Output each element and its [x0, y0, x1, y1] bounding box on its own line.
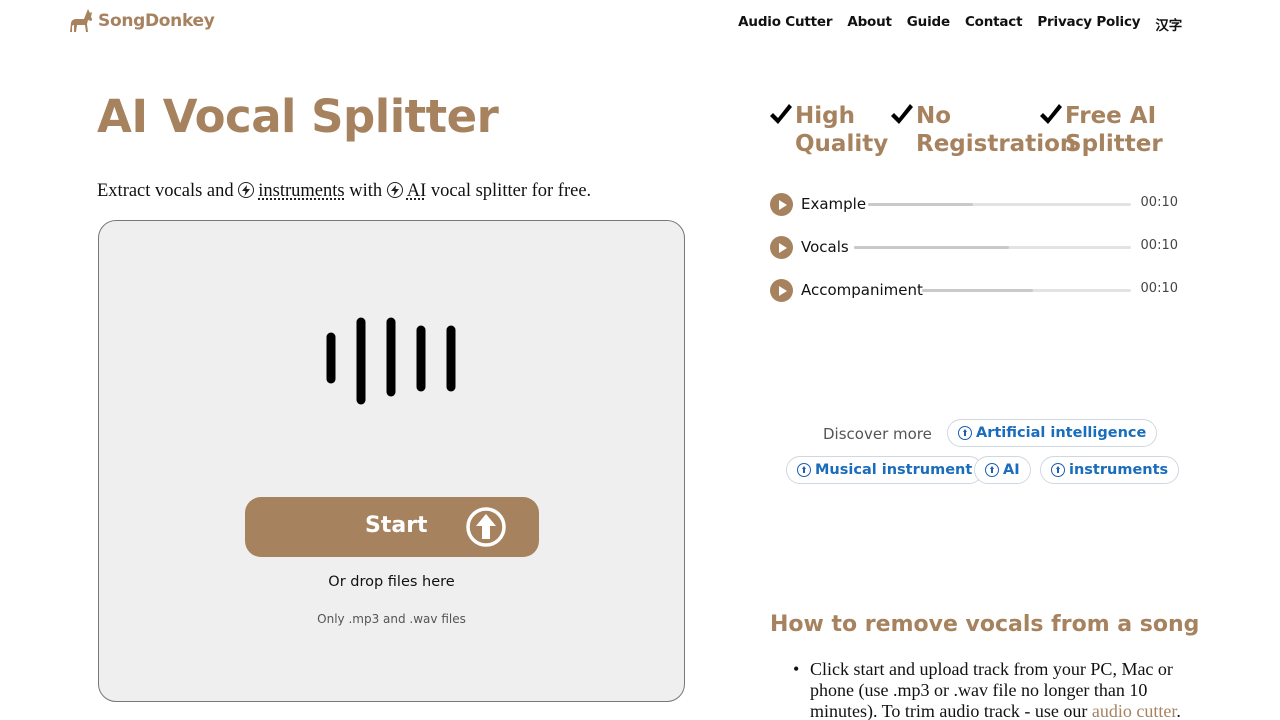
player-time: 00:10	[1140, 238, 1178, 253]
bullet-icon: •	[793, 659, 800, 679]
seek-bar[interactable]	[868, 203, 1131, 206]
feature-line: Splitter	[1065, 131, 1163, 157]
howto-title: How to remove vocals from a song	[770, 612, 1200, 637]
intro-part: vocal splitter for free.	[426, 181, 592, 201]
audio-player-accompaniment: Accompaniment 00:10	[770, 279, 1180, 303]
play-button-icon[interactable]	[770, 279, 793, 302]
chip-label: Musical instrument	[815, 462, 973, 478]
nav-audio-cutter[interactable]: Audio Cutter	[738, 14, 832, 34]
checkmark-icon	[1040, 104, 1062, 124]
feature-line: Quality	[795, 131, 889, 157]
play-button-icon[interactable]	[770, 193, 793, 216]
audio-player-example: Example 00:10	[770, 193, 1180, 217]
bolt-icon	[238, 182, 255, 198]
feature-line: Free AI	[1065, 103, 1157, 129]
player-label: Example	[801, 195, 867, 213]
intro-part: Extract vocals and	[97, 181, 239, 201]
donkey-logo-icon	[70, 9, 92, 32]
chip-label: AI	[1003, 462, 1020, 478]
intro-link-ai[interactable]: AI	[407, 181, 427, 201]
discover-more-label: Discover more	[823, 425, 932, 443]
checkmark-icon	[891, 104, 913, 124]
arrow-up-circle-icon	[958, 426, 972, 440]
chip-label: Artificial intelligence	[976, 425, 1147, 441]
chip-instruments[interactable]: instruments	[1040, 456, 1180, 484]
chip-musical-instrument[interactable]: Musical instrument	[786, 456, 984, 484]
nav-language-chinese[interactable]: 汉字	[1155, 14, 1182, 34]
main-nav: Audio Cutter About Guide Contact Privacy…	[738, 14, 1182, 34]
chip-ai[interactable]: AI	[974, 456, 1031, 484]
start-label: Start	[365, 513, 428, 538]
arrow-up-circle-icon	[1051, 463, 1065, 477]
file-dropzone[interactable]: Start Or drop files here Only .mp3 and .…	[98, 220, 685, 702]
feature-free-ai-splitter: Free AI Splitter	[1039, 102, 1163, 158]
audio-player-vocals: Vocals 00:10	[770, 236, 1180, 260]
chip-artificial-intelligence[interactable]: Artificial intelligence	[947, 419, 1158, 447]
sound-wave-icon	[326, 317, 456, 405]
nav-privacy-policy[interactable]: Privacy Policy	[1037, 14, 1140, 34]
player-label: Accompaniment	[801, 281, 923, 299]
nav-contact[interactable]: Contact	[965, 14, 1023, 34]
nav-about[interactable]: About	[847, 14, 892, 34]
arrow-up-circle-icon	[985, 463, 999, 477]
player-label: Vocals	[801, 238, 849, 256]
play-button-icon[interactable]	[770, 236, 793, 259]
player-time: 00:10	[1140, 195, 1178, 210]
audio-cutter-link[interactable]: audio cutter	[1092, 701, 1176, 720]
intro-text: Extract vocals and instruments with AI v…	[97, 180, 591, 202]
arrow-up-circle-icon	[797, 463, 811, 477]
seek-progress	[922, 289, 1033, 292]
howto-step-end: .	[1176, 701, 1181, 720]
seek-progress	[854, 246, 1010, 249]
site-logo[interactable]: SongDonkey	[67, 8, 215, 34]
bolt-icon	[386, 182, 403, 198]
logo-text: SongDonkey	[98, 11, 215, 31]
nav-guide[interactable]: Guide	[907, 14, 950, 34]
seek-bar[interactable]	[854, 246, 1131, 249]
chip-label: instruments	[1069, 462, 1169, 478]
seek-bar[interactable]	[922, 289, 1131, 292]
file-types-hint: Only .mp3 and .wav files	[317, 612, 466, 626]
player-time: 00:10	[1140, 281, 1178, 296]
intro-part: with	[344, 181, 387, 201]
feature-line: High	[795, 103, 855, 129]
start-upload-button[interactable]: Start	[245, 497, 539, 557]
intro-link-instruments[interactable]: instruments	[258, 181, 344, 201]
drop-files-text: Or drop files here	[328, 574, 455, 590]
howto-list: • Click start and upload track from your…	[793, 659, 1190, 720]
seek-progress	[868, 203, 974, 206]
page-title: AI Vocal Splitter	[97, 90, 499, 143]
upload-arrow-icon	[466, 507, 506, 547]
feature-high-quality: High Quality	[769, 102, 888, 158]
checkmark-icon	[770, 104, 792, 124]
